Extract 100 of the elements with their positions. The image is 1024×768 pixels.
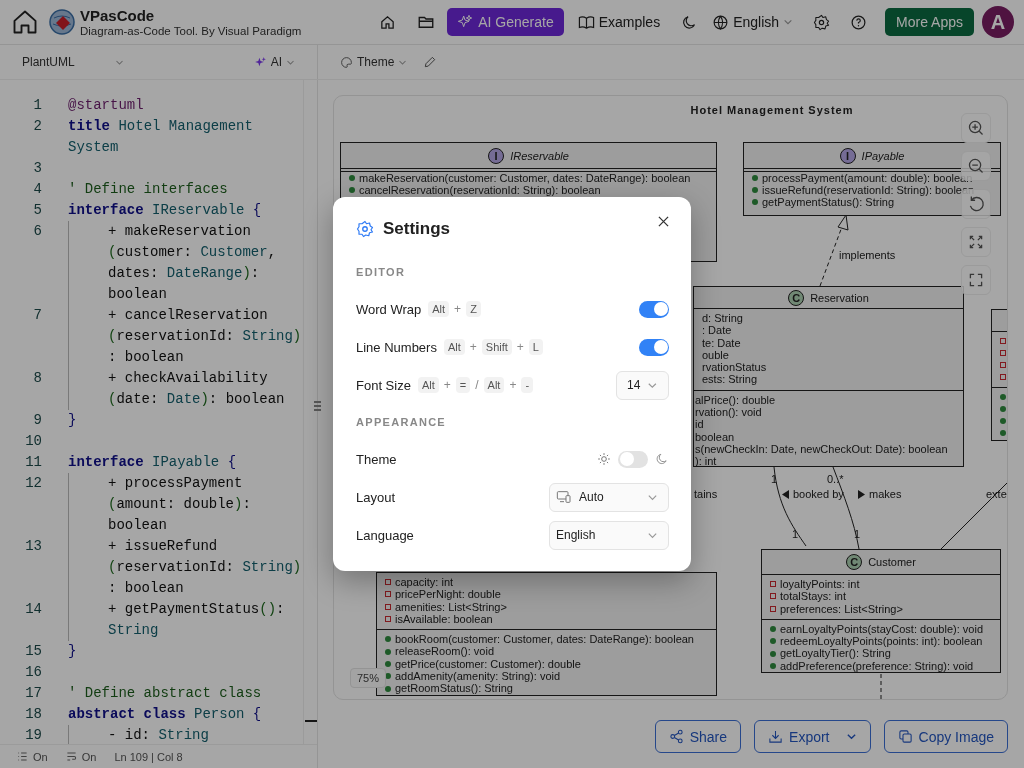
toggle-switch[interactable] xyxy=(639,300,669,318)
public-marker-icon xyxy=(770,626,776,633)
public-marker-icon xyxy=(1000,430,1006,436)
app-subtitle: Diagram-as-Code Tool. By Visual Paradigm xyxy=(80,23,302,38)
shortcut-separator: / xyxy=(475,378,479,392)
drag-handle[interactable] xyxy=(314,401,321,411)
theme-dropdown[interactable]: Theme xyxy=(340,55,408,69)
code-line: (reservationId: String) xyxy=(107,327,302,346)
fullscreen-icon[interactable] xyxy=(961,265,991,295)
ai-dropdown[interactable]: AI xyxy=(253,55,295,69)
word-wrap-status[interactable]: On xyxy=(65,750,97,763)
language-dropdown[interactable]: English xyxy=(712,8,794,36)
public-marker-icon xyxy=(752,199,758,205)
private-marker-icon xyxy=(385,591,391,598)
devices-icon xyxy=(556,489,572,505)
class-attribute: loyaltyPoints: int xyxy=(780,578,860,591)
shortcut-key: Alt xyxy=(428,301,450,317)
fit-icon[interactable] xyxy=(961,227,991,257)
pencil-icon[interactable] xyxy=(423,55,438,69)
list-icon xyxy=(17,751,28,762)
select-dropdown[interactable]: English xyxy=(549,520,669,550)
code-line: boolean xyxy=(107,285,168,304)
private-marker-icon xyxy=(385,579,391,586)
public-marker-icon xyxy=(385,636,391,643)
shortcut-separator: + xyxy=(469,340,477,354)
public-marker-icon xyxy=(770,650,776,657)
zoom-in-icon[interactable] xyxy=(961,113,991,143)
code-line: (date: Date): boolean xyxy=(107,390,285,409)
settings-icon[interactable] xyxy=(813,13,831,31)
export-button[interactable]: Export xyxy=(754,720,871,753)
line-number: 6 xyxy=(32,222,42,241)
line-number: 7 xyxy=(32,306,42,325)
code-line: ' Define interfaces xyxy=(68,180,228,199)
class-method: addAmenity(amenity: String): void xyxy=(395,670,561,683)
direction-arrow-icon xyxy=(782,489,789,499)
home-icon[interactable] xyxy=(11,8,39,36)
public-marker-icon xyxy=(1000,406,1006,412)
sparkle-icon xyxy=(253,55,267,69)
class-method: ): int xyxy=(695,455,717,468)
stereotype-badge: C xyxy=(788,289,805,306)
code-line: + cancelReservation xyxy=(107,306,269,325)
class-name: Reservation xyxy=(810,291,869,304)
code-line: (reservationId: String) xyxy=(107,558,302,577)
theme-toggle[interactable] xyxy=(618,450,648,468)
user-avatar[interactable]: A xyxy=(982,6,1014,38)
class-method: alPrice(): double xyxy=(695,393,776,407)
public-marker-icon xyxy=(385,648,391,655)
setting-label: Line Numbers xyxy=(356,339,437,355)
select-dropdown[interactable]: Auto xyxy=(549,482,669,512)
code-line: @startuml xyxy=(68,96,144,115)
class-method: getPaymentStatus(): String xyxy=(762,196,895,208)
palette-icon xyxy=(340,55,353,69)
public-marker-icon xyxy=(349,187,355,193)
code-line: abstract class Person { xyxy=(68,705,262,724)
class-attribute: ouble xyxy=(702,348,729,362)
class-name: IPayable xyxy=(861,149,905,162)
line-number: 16 xyxy=(24,663,42,682)
shortcut-key: = xyxy=(455,377,471,393)
edge-label: tains xyxy=(694,488,718,500)
edge-label: makes xyxy=(869,488,902,500)
class-attribute: ests: String xyxy=(702,373,758,386)
class-name: IReservable xyxy=(510,149,569,162)
edge-label: 1 xyxy=(792,528,799,540)
code-line: : boolean xyxy=(107,348,185,367)
share-button[interactable]: Share xyxy=(654,720,742,753)
edge-label: booked by xyxy=(793,488,844,500)
public-marker-icon xyxy=(752,187,758,193)
select-dropdown[interactable]: 14 xyxy=(616,370,669,400)
private-marker-icon xyxy=(770,593,776,600)
setting-label: Word Wrap xyxy=(356,301,422,317)
shortcut-key: L xyxy=(528,339,543,355)
language-dropdown[interactable]: PlantUML xyxy=(22,55,124,69)
help-icon[interactable] xyxy=(850,13,868,31)
code-line: dates: DateRange): xyxy=(107,264,261,283)
close-icon[interactable] xyxy=(658,215,669,227)
logo-icon xyxy=(48,8,76,36)
class-method: addPreference(preference: String): void xyxy=(780,659,974,673)
examples-button[interactable]: Examples xyxy=(577,8,661,36)
shortcut-separator: + xyxy=(516,340,524,354)
public-marker-icon xyxy=(385,660,391,667)
home-icon[interactable] xyxy=(379,13,397,31)
line-number: 5 xyxy=(32,201,42,220)
stereotype-badge: C xyxy=(846,554,863,570)
code-line: (amount: double): xyxy=(107,495,251,514)
copy-image-button[interactable]: Copy Image xyxy=(883,720,1008,753)
scrollbar-thumb[interactable] xyxy=(305,720,317,722)
code-line: title Hotel Management xyxy=(68,117,253,136)
line-numbers-status[interactable]: On xyxy=(17,750,48,763)
ai-generate-button[interactable]: AI Generate xyxy=(447,8,564,36)
line-number: 4 xyxy=(32,180,42,199)
private-marker-icon xyxy=(1000,338,1006,344)
copy-icon xyxy=(897,729,913,744)
private-marker-icon xyxy=(770,581,776,588)
class-attribute: d: String xyxy=(702,312,743,325)
section-heading: APPEARANCE xyxy=(356,416,447,428)
class-method: cancelReservation(reservationId: String): boolean xyxy=(359,184,601,196)
public-marker-icon xyxy=(1000,394,1006,400)
class-method: redeemLoyaltyPoints(points: int): boolean xyxy=(780,635,983,648)
toggle-switch[interactable] xyxy=(639,338,669,356)
more-apps-button[interactable]: More Apps xyxy=(885,8,974,36)
